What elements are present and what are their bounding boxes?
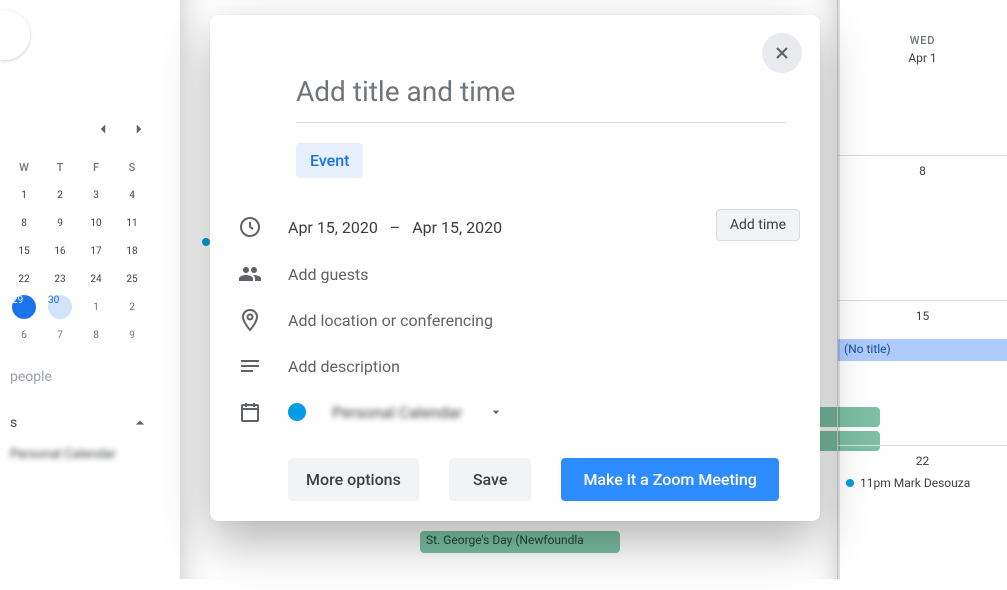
event-dot-icon — [846, 479, 854, 487]
week-cell[interactable]: 8 — [838, 155, 1007, 300]
mini-cal-day[interactable]: 18 — [114, 237, 150, 265]
mini-cal-day[interactable]: 7 — [42, 321, 78, 349]
day-number: 22 — [916, 454, 930, 468]
calendar-icon — [238, 400, 262, 424]
add-guests-row[interactable]: Add guests — [238, 262, 369, 286]
mini-cal-weekday: W — [6, 153, 42, 181]
mini-cal-day-today[interactable]: 30 — [42, 293, 78, 321]
save-button[interactable]: Save — [449, 458, 532, 501]
quick-create-event-dialog: Event Apr 15, 2020 – Apr 15, 2020 Add ti… — [210, 15, 820, 521]
week-column-wed: WED Apr 1 8 15 (No title) 22 11pm Mark D… — [837, 0, 1007, 579]
event-chip-no-title[interactable]: (No title) — [838, 339, 1007, 361]
weekday-date[interactable]: Apr 1 — [838, 51, 1007, 65]
add-description-label: Add description — [288, 357, 400, 376]
mini-cal-day[interactable]: 8 — [6, 209, 42, 237]
mini-cal-day[interactable]: 6 — [6, 321, 42, 349]
tab-event[interactable]: Event — [296, 143, 363, 178]
add-location-row[interactable]: Add location or conferencing — [238, 308, 493, 332]
mini-cal-day[interactable]: 24 — [78, 265, 114, 293]
event-title-input[interactable] — [296, 75, 786, 123]
day-number: 8 — [919, 164, 926, 178]
chevron-up-icon — [130, 413, 150, 433]
close-button[interactable] — [762, 33, 802, 73]
add-description-row[interactable]: Add description — [238, 354, 400, 378]
mini-cal-day[interactable]: 1 — [6, 181, 42, 209]
mini-cal-day[interactable]: 16 — [42, 237, 78, 265]
mini-calendar: W T F S 1 2 3 4 8 9 10 11 15 16 17 18 22… — [0, 120, 170, 468]
timed-event-row[interactable]: 11pm Mark Desouza — [846, 476, 970, 490]
calendar-item-label: Personal Calendar — [10, 447, 116, 462]
clock-icon — [238, 215, 262, 239]
mini-cal-day[interactable]: 8 — [78, 321, 114, 349]
mini-cal-day[interactable]: 9 — [42, 209, 78, 237]
mini-cal-day[interactable]: 17 — [78, 237, 114, 265]
calendar-list-item[interactable]: Personal Calendar — [6, 441, 170, 468]
mini-cal-day[interactable]: 3 — [78, 181, 114, 209]
calendar-selector-row[interactable]: Personal Calendar — [238, 400, 504, 424]
mini-cal-weekday: F — [78, 153, 114, 181]
weekday-label: WED — [838, 0, 1007, 47]
week-cell[interactable]: 22 11pm Mark Desouza — [838, 445, 1007, 590]
event-dot-icon — [202, 238, 210, 246]
add-time-button[interactable]: Add time — [716, 209, 800, 241]
mini-cal-day[interactable]: 2 — [42, 181, 78, 209]
mini-cal-day-selected[interactable]: 29 — [6, 293, 42, 321]
guests-icon — [238, 262, 262, 286]
event-end-date[interactable]: Apr 15, 2020 — [412, 218, 502, 237]
mini-cal-weekday: T — [42, 153, 78, 181]
mini-cal-day[interactable]: 4 — [114, 181, 150, 209]
week-cell[interactable]: 15 (No title) — [838, 300, 1007, 445]
event-label: 11pm Mark Desouza — [860, 476, 970, 490]
mini-cal-weekday: S — [114, 153, 150, 181]
add-location-label: Add location or conferencing — [288, 311, 493, 330]
sidebar: W T F S 1 2 3 4 8 9 10 11 15 16 17 18 22… — [0, 0, 170, 579]
holiday-chip[interactable]: St. George's Day (Newfoundla — [420, 531, 620, 553]
mini-cal-next[interactable] — [130, 120, 148, 143]
mini-cal-day[interactable]: 23 — [42, 265, 78, 293]
location-icon — [238, 308, 262, 332]
my-calendars-label: s — [10, 415, 17, 431]
mini-cal-day[interactable]: 2 — [114, 293, 150, 321]
event-time-row[interactable]: Apr 15, 2020 – Apr 15, 2020 — [238, 215, 502, 239]
day-number: 15 — [916, 309, 930, 323]
mini-cal-prev[interactable] — [94, 120, 112, 143]
calendar-color-dot — [288, 403, 306, 421]
description-icon — [238, 354, 262, 378]
close-icon — [772, 43, 792, 63]
event-start-date[interactable]: Apr 15, 2020 — [288, 218, 378, 237]
more-options-button[interactable]: More options — [288, 458, 419, 501]
search-people-input[interactable]: people — [6, 361, 170, 393]
mini-cal-day[interactable]: 1 — [78, 293, 114, 321]
make-zoom-meeting-button[interactable]: Make it a Zoom Meeting — [561, 458, 778, 501]
mini-cal-day[interactable]: 15 — [6, 237, 42, 265]
mini-cal-day[interactable]: 10 — [78, 209, 114, 237]
my-calendars-header[interactable]: s — [6, 405, 170, 441]
create-button[interactable] — [0, 10, 30, 60]
mini-cal-day[interactable]: 9 — [114, 321, 150, 349]
add-guests-label: Add guests — [288, 265, 369, 284]
chevron-down-icon — [488, 404, 504, 420]
calendar-name-label: Personal Calendar — [332, 403, 462, 422]
mini-cal-day[interactable]: 25 — [114, 265, 150, 293]
mini-cal-day[interactable]: 11 — [114, 209, 150, 237]
date-dash: – — [390, 218, 401, 237]
mini-cal-day[interactable]: 22 — [6, 265, 42, 293]
